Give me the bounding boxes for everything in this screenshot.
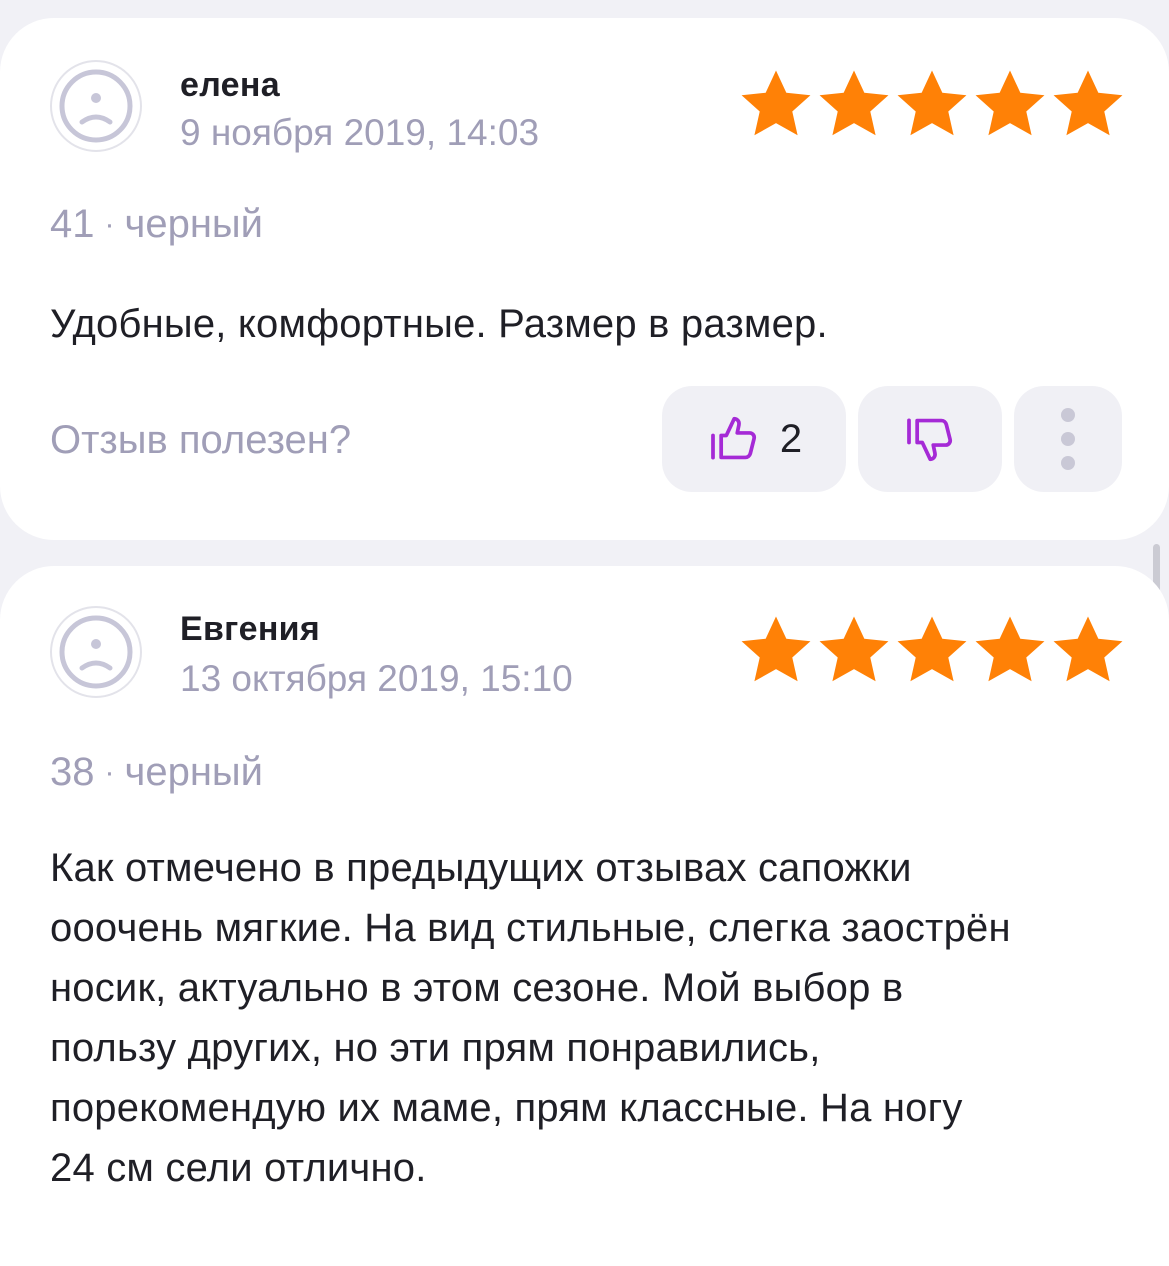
review-date: 9 ноября 2019, 14:03 (180, 112, 540, 153)
review-text-line: 24 см сели отлично. (50, 1146, 427, 1190)
helpful-label: Отзыв полезен? (50, 418, 352, 462)
avatar (50, 606, 142, 698)
variant-color: черный (124, 750, 264, 794)
review-text-line: носик, актуально в этом сезоне. Мой выбо… (50, 966, 904, 1010)
star-icon (894, 68, 970, 140)
review-text-line: пользу других, но эти прям понравились, (50, 1026, 821, 1070)
star-icon (738, 614, 814, 686)
sad-face-icon (59, 615, 133, 689)
review-variant: 41 · черный (50, 202, 263, 247)
review-card: Евгения 13 октября 2019, 15:10 38 · черн… (0, 566, 1169, 1266)
variant-size: 38 (50, 750, 95, 794)
star-icon (1050, 614, 1126, 686)
rating-stars (738, 614, 1126, 686)
star-icon (894, 614, 970, 686)
like-count: 2 (779, 416, 803, 461)
thumbs-up-icon (711, 416, 756, 460)
star-icon (816, 614, 892, 686)
review-author: елена (180, 66, 280, 104)
review-text-line: порекомендую их маме, прям классные. На … (50, 1086, 963, 1130)
variant-separator: · (104, 755, 115, 789)
variant-separator: · (104, 207, 115, 241)
more-vertical-icon (1061, 408, 1075, 470)
thumbs-down-icon (907, 418, 953, 462)
review-text-line: ооочень мягкие. На вид стильные, слегка … (50, 906, 1011, 950)
variant-color: черный (124, 202, 264, 246)
review-card: елена 9 ноября 2019, 14:03 41 · черный У… (0, 18, 1169, 540)
avatar (50, 60, 142, 152)
star-icon (738, 68, 814, 140)
review-text: Как отмечено в предыдущих отзывах сапожк… (50, 838, 1130, 1198)
like-button[interactable]: 2 (662, 386, 846, 492)
star-icon (1050, 68, 1126, 140)
review-author: Евгения (180, 610, 321, 648)
variant-size: 41 (50, 202, 95, 246)
review-date: 13 октября 2019, 15:10 (180, 658, 573, 699)
review-text: Удобные, комфортные. Размер в размер. (50, 302, 828, 346)
more-options-button[interactable] (1014, 386, 1122, 492)
dislike-button[interactable] (858, 386, 1002, 492)
star-icon (972, 614, 1048, 686)
review-text-line: Как отмечено в предыдущих отзывах сапожк… (50, 846, 912, 890)
rating-stars (738, 68, 1126, 140)
sad-face-icon (59, 69, 133, 143)
star-icon (972, 68, 1048, 140)
review-variant: 38 · черный (50, 750, 263, 795)
star-icon (816, 68, 892, 140)
